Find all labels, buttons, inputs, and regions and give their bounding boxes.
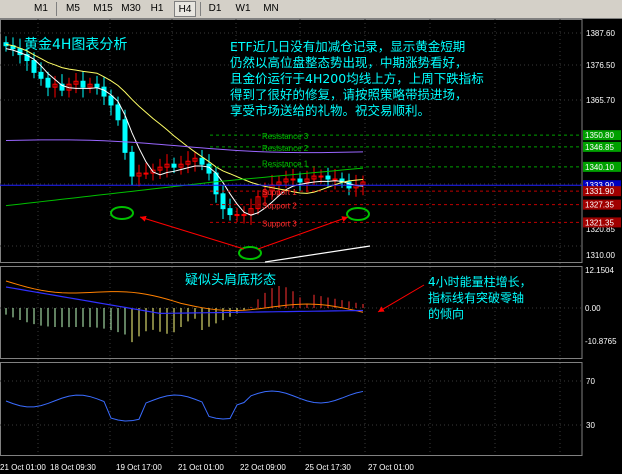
- price-axis-label: 1387.60: [586, 29, 615, 38]
- commentary-line: 仍然以高位盘整态势出现，中期涨势看好，: [230, 55, 468, 70]
- timeframe-button-m5[interactable]: M5: [62, 1, 84, 17]
- macd-note-line: 指标线有突破零轴: [428, 290, 524, 305]
- support3-label: Support 3: [262, 219, 297, 228]
- candle-body: [31, 60, 37, 73]
- time-axis-label: 19 Oct 17:00: [116, 463, 162, 472]
- time-axis-label: 18 Oct 09:30: [50, 463, 96, 472]
- candle-body: [220, 193, 226, 210]
- candle-body: [290, 178, 296, 181]
- candle-body: [297, 178, 303, 183]
- pattern-arrow-left: [139, 215, 245, 250]
- rsi-line: [5, 390, 364, 422]
- commentary-line: 且金价运行于4H200均线上方，上周下跌指标: [230, 71, 484, 86]
- candle-body: [94, 83, 100, 88]
- time-axis-label: 21 Oct 01:00: [0, 463, 46, 472]
- candle-body: [143, 172, 149, 175]
- timeframe-button-m30[interactable]: M30: [118, 1, 144, 17]
- timeframe-button-m1[interactable]: M1: [30, 1, 52, 17]
- macd-main-line: [5, 286, 364, 315]
- candle-body: [227, 208, 233, 216]
- macd-axis-label: 12.1504: [585, 266, 614, 275]
- candle-body: [241, 214, 247, 217]
- candle-body: [38, 71, 44, 79]
- macd-note-line: 的倾向: [428, 306, 464, 321]
- time-axis-label: 25 Oct 17:30: [305, 463, 351, 472]
- price-axis-label: 1310.00: [586, 251, 615, 260]
- price-tag-text: 1350.80: [585, 131, 614, 140]
- candle-body: [80, 80, 86, 88]
- rsi-axis-label: 70: [586, 377, 595, 386]
- candle-body: [45, 77, 51, 88]
- time-axis-label: 21 Oct 01:00: [178, 463, 224, 472]
- price-tag-text: 1321.35: [585, 218, 614, 227]
- macd-axis-label: 0.00: [585, 304, 601, 313]
- candle-body: [325, 175, 331, 180]
- candle-body: [108, 95, 114, 106]
- ma200-line: [5, 167, 364, 207]
- support1-label: Support 1: [262, 188, 297, 197]
- price-tag-text: 1327.35: [585, 201, 614, 210]
- time-axis-label: 22 Oct 09:00: [240, 463, 286, 472]
- price-tag-text: 1331.90: [585, 187, 614, 196]
- support2-label: Support 2: [262, 202, 297, 211]
- time-axis-label: 27 Oct 01:00: [368, 463, 414, 472]
- candle-body: [171, 163, 177, 168]
- shoulder-circle: [346, 207, 370, 221]
- macd-axis-label: -10.8765: [585, 337, 617, 346]
- candle-body: [122, 119, 128, 153]
- timeframe-button-w1[interactable]: W1: [232, 1, 254, 17]
- pattern-annotation: 疑似头肩底形态: [185, 272, 276, 288]
- timeframe-button-d1[interactable]: D1: [204, 1, 226, 17]
- commentary-line: 得到了很好的修复，请按照策略带损进场，: [230, 87, 468, 102]
- candle-body: [318, 175, 324, 178]
- resistance2-label: Resistance 2: [262, 144, 309, 153]
- timeframe-button-h4[interactable]: H4: [174, 1, 196, 17]
- candle-body: [332, 178, 338, 181]
- toolbar-separator: [200, 2, 201, 16]
- chart-title: 黄金4H图表分析: [24, 36, 127, 53]
- commentary-line: 享受市场送给的礼物。祝交易顺利。: [230, 103, 430, 118]
- price-chart: Resistance 3 Resistance 2 Resistance 1 Supp…: [0, 19, 621, 472]
- candle-body: [199, 157, 205, 165]
- resistance3-label: Resistance 3: [262, 132, 309, 141]
- macd-note-line: 4小时能量柱增长，: [428, 274, 532, 289]
- trend-line: [264, 245, 371, 263]
- candle-body: [129, 151, 135, 177]
- timeframe-button-h1[interactable]: H1: [146, 1, 168, 17]
- price-tag-text: 1340.10: [585, 163, 614, 172]
- rsi-panel-frame: [0, 362, 583, 456]
- price-tag-text: 1346.85: [585, 143, 614, 152]
- toolbar-separator: [56, 2, 57, 16]
- rsi-axis-label: 30: [586, 421, 595, 430]
- ma-slow-line: [5, 139, 364, 154]
- price-axis-label: 1365.70: [586, 96, 615, 105]
- candle-body: [115, 104, 121, 121]
- timeframe-button-mn[interactable]: MN: [260, 1, 282, 17]
- candle-body: [234, 214, 240, 217]
- timeframe-button-m15[interactable]: M15: [90, 1, 116, 17]
- timeframe-toolbar: M1 M5 M15 M30 H1 H4 D1 W1 MN: [0, 0, 622, 19]
- shoulder-circle: [110, 206, 134, 220]
- price-axis-label: 1376.50: [586, 61, 615, 70]
- commentary-line: ETF近几日没有加减仓记录，显示黄金短期: [230, 39, 465, 54]
- resistance1-label: Resistance 1: [262, 160, 309, 169]
